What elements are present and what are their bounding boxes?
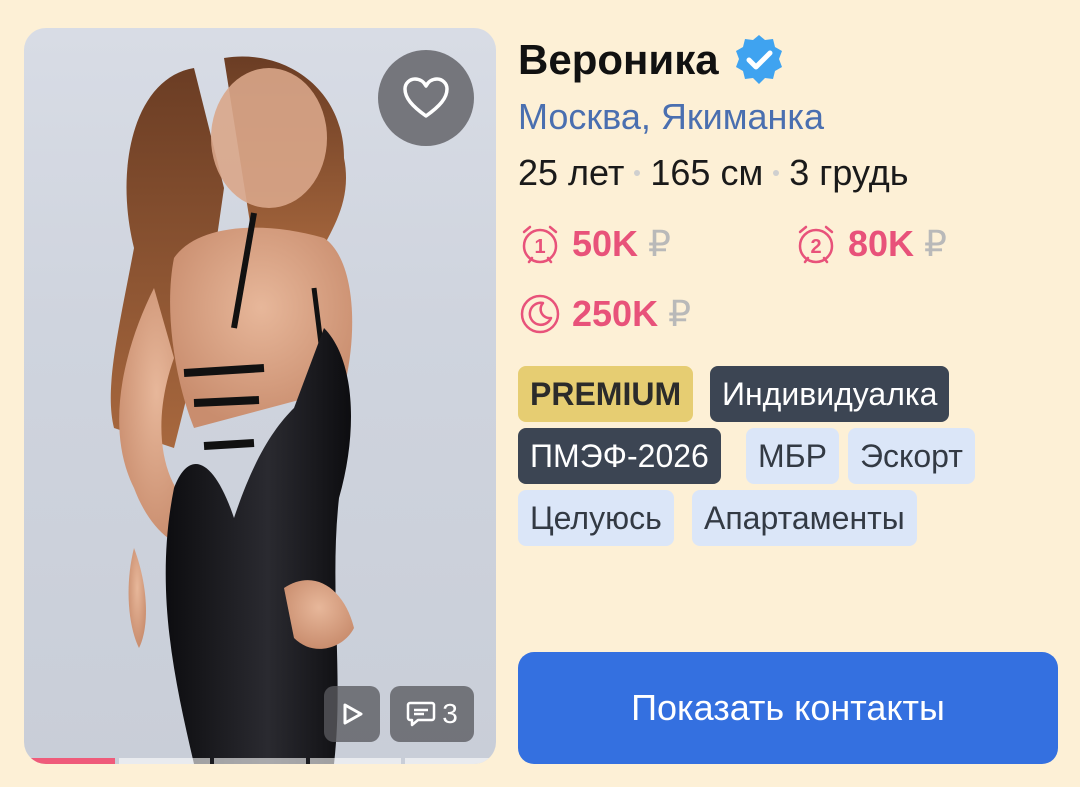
profile-card[interactable]: 3 Вероника Москва, Якиманка 25 лет 165 с… [0,0,1080,787]
param-age: 25 лет [518,152,625,193]
price-amount: 80K [848,223,915,264]
svg-text:2: 2 [810,236,821,258]
tag-escort[interactable]: Эскорт [848,428,975,484]
comments-count: 3 [442,698,458,729]
moon-icon [520,294,560,334]
separator-dot [634,170,641,176]
param-height: 165 см [650,152,764,193]
tag-mbr[interactable]: МБР [746,428,839,484]
favorite-button[interactable] [378,50,474,146]
video-button[interactable] [324,686,380,742]
gallery-progress-segment [24,758,116,764]
name-row: Вероника [518,30,787,90]
profile-name: Вероника [518,36,719,83]
price-amount: 50K [572,223,639,264]
tag-premium[interactable]: PREMIUM [518,366,694,422]
tag-apartments[interactable]: Апартаменты [692,490,917,546]
tag-individual[interactable]: Индивидуалка [710,366,950,422]
price-night: 250K ₽ [518,292,691,336]
gallery-progress-segment [119,758,211,764]
gallery-progress-segment [309,758,401,764]
param-breast: 3 грудь [789,152,909,193]
comment-icon [406,701,436,727]
separator-dot [773,170,780,176]
alarm-1-icon: 1 [522,225,558,264]
price-1-hour: 1 50K ₽ [518,222,671,266]
currency: ₽ [648,223,671,264]
comments-button[interactable]: 3 [390,686,474,742]
currency: ₽ [668,293,691,334]
profile-params: 25 лет 165 см 3 грудь [518,152,909,194]
gallery-progress [24,758,496,764]
tag-kissing[interactable]: Целуюсь [518,490,674,546]
profile-location[interactable]: Москва, Якиманка [518,96,824,138]
currency: ₽ [924,223,947,264]
svg-text:1: 1 [534,236,545,258]
profile-photo[interactable]: 3 [24,28,496,764]
price-amount: 250K [572,293,659,334]
heart-icon [403,77,449,118]
price-2-hours: 2 80K ₽ [794,222,947,266]
gallery-progress-segment [404,758,496,764]
show-contacts-button[interactable]: Показать контакты [518,652,1058,764]
tag-pmef[interactable]: ПМЭФ-2026 [518,428,721,484]
gallery-progress-segment [214,758,306,764]
alarm-2-icon: 2 [798,225,834,264]
verified-badge-icon [735,35,782,84]
play-icon [343,703,363,725]
